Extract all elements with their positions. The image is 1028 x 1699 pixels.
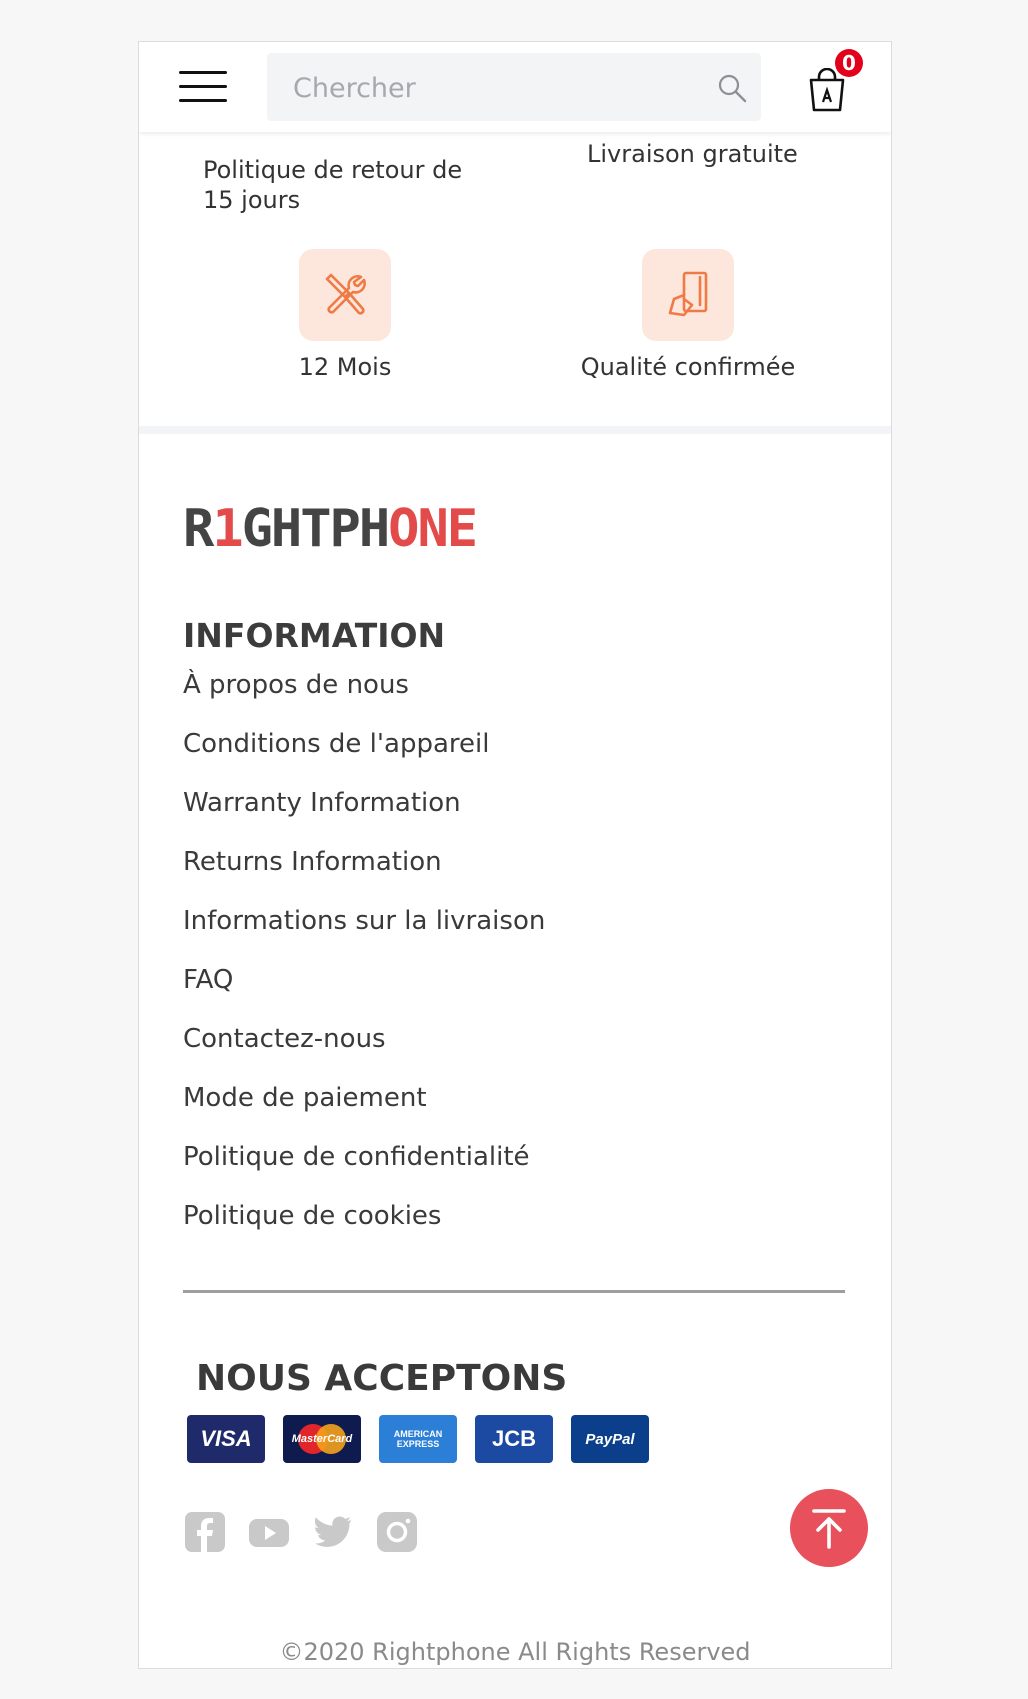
- jcb-card-icon: JCB: [475, 1415, 553, 1463]
- youtube-icon[interactable]: [249, 1512, 289, 1552]
- page-frame: 0 Politique de retour de 15 jours Livrai…: [138, 41, 892, 1669]
- list-item: Conditions de l'appareil: [183, 729, 545, 788]
- footer-divider: [183, 1290, 845, 1293]
- list-item: Mode de paiement: [183, 1083, 545, 1142]
- logo-text-ghtph: GHTPH: [242, 502, 389, 550]
- return-policy-text: Politique de retour de 15 jours: [203, 155, 462, 215]
- facebook-icon[interactable]: [185, 1512, 225, 1552]
- menu-icon[interactable]: [179, 71, 227, 103]
- return-policy-line1: Politique de retour de: [203, 156, 463, 184]
- logo-mark: R1GHTPHONE: [183, 499, 478, 559]
- list-item: Politique de cookies: [183, 1201, 545, 1260]
- section-divider: [139, 426, 891, 434]
- link-delivery[interactable]: Informations sur la livraison: [183, 906, 545, 936]
- mastercard-icon: MasterCard: [283, 1415, 361, 1463]
- link-cookies[interactable]: Politique de cookies: [183, 1201, 441, 1231]
- search-icon[interactable]: [717, 73, 747, 103]
- information-heading: INFORMATION: [183, 616, 446, 655]
- return-policy-line2: 15 jours: [203, 186, 301, 214]
- arrow-up-icon: [812, 1509, 846, 1549]
- link-faq[interactable]: FAQ: [183, 965, 233, 995]
- amex-card-icon: AMERICAN EXPRESS: [379, 1415, 457, 1463]
- quality-icon-tile: [642, 249, 734, 341]
- logo-text-1: 1: [212, 502, 241, 550]
- quality-label: Qualité confirmée: [580, 353, 796, 381]
- cart-count-badge: 0: [835, 49, 863, 77]
- list-item: Warranty Information: [183, 788, 545, 847]
- list-item: Returns Information: [183, 847, 545, 906]
- list-item: Politique de confidentialité: [183, 1142, 545, 1201]
- warranty-label: 12 Mois: [298, 353, 392, 381]
- link-privacy[interactable]: Politique de confidentialité: [183, 1142, 530, 1172]
- link-warranty[interactable]: Warranty Information: [183, 788, 461, 818]
- information-links: À propos de nous Conditions de l'apparei…: [183, 670, 545, 1260]
- we-accept-heading: NOUS ACCEPTONS: [196, 1358, 568, 1399]
- svg-text:R1GHTPHONE: R1GHTPHONE: [183, 502, 476, 550]
- tools-icon: [325, 273, 366, 315]
- site-header: 0: [139, 42, 891, 132]
- list-item: Informations sur la livraison: [183, 906, 545, 965]
- visa-card-icon: VISA: [187, 1415, 265, 1463]
- list-item: Contactez-nous: [183, 1024, 545, 1083]
- free-delivery-text: Livraison gratuite: [587, 140, 798, 168]
- twitter-icon[interactable]: [313, 1512, 353, 1552]
- list-item: FAQ: [183, 965, 545, 1024]
- link-device-conditions[interactable]: Conditions de l'appareil: [183, 729, 489, 759]
- tools-icon-tile: [299, 249, 391, 341]
- mastercard-label: MasterCard: [291, 1433, 353, 1445]
- logo-text-one: ONE: [388, 502, 476, 550]
- instagram-icon[interactable]: [377, 1512, 417, 1552]
- copyright-text: ©2020 Rightphone All Rights Reserved: [279, 1638, 751, 1666]
- paypal-card-icon: PayPal: [571, 1415, 649, 1463]
- search-input[interactable]: [291, 53, 695, 123]
- back-to-top-button[interactable]: [790, 1489, 868, 1567]
- logo-text-r: R: [183, 502, 215, 550]
- list-item: À propos de nous: [183, 670, 545, 729]
- quality-icon: [668, 271, 708, 317]
- link-payment-method[interactable]: Mode de paiement: [183, 1083, 427, 1113]
- link-contact[interactable]: Contactez-nous: [183, 1024, 386, 1054]
- link-about[interactable]: À propos de nous: [183, 670, 409, 700]
- rightphone-logo[interactable]: R1GHTPHONE: [183, 499, 553, 559]
- link-returns[interactable]: Returns Information: [183, 847, 442, 877]
- search-box: [267, 53, 761, 123]
